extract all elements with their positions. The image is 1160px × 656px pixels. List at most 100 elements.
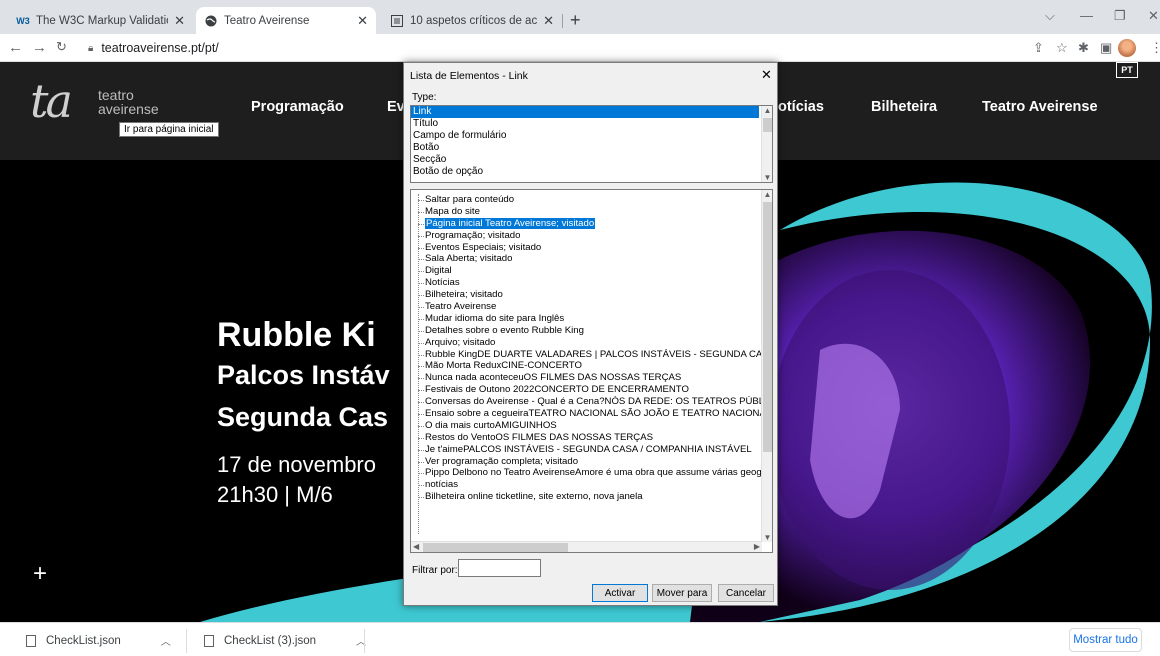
minimize-icon[interactable]: — xyxy=(1080,8,1093,23)
tree-horizontal-scrollbar[interactable]: ◀ ▶ xyxy=(411,541,762,552)
download-item[interactable]: CheckList (3).json ︿ xyxy=(204,633,366,648)
profile-avatar[interactable] xyxy=(1118,39,1136,57)
tree-item[interactable]: Ensaio sobre a cegueiraTEATRO NACIONAL S… xyxy=(415,408,763,420)
tab-close-icon[interactable]: ✕ xyxy=(174,13,185,29)
tree-item[interactable]: Programação; visitado xyxy=(415,230,763,242)
type-option[interactable]: Título xyxy=(411,118,759,130)
scroll-thumb[interactable] xyxy=(763,202,772,452)
forward-icon[interactable]: → xyxy=(32,39,47,56)
hero-plus-button[interactable]: + xyxy=(33,560,47,588)
activate-button[interactable]: Activar xyxy=(592,584,648,602)
tree-item[interactable]: Pippo Delbono no Teatro AveirenseAmore é… xyxy=(415,467,763,479)
tree-item[interactable]: Je t'aimePALCOS INSTÁVEIS - SEGUNDA CASA… xyxy=(415,444,763,456)
download-item[interactable]: CheckList.json ︿ xyxy=(26,633,171,648)
tree-item[interactable]: Conversas do Aveirense - Qual é a Cena?N… xyxy=(415,396,763,408)
scroll-left-icon[interactable]: ◀ xyxy=(413,542,419,551)
tree-item-label: Nunca nada aconteceuOS FILMES DAS NOSSAS… xyxy=(425,372,682,384)
type-option[interactable]: Botão xyxy=(411,142,759,154)
nav-programacao[interactable]: Programação xyxy=(251,99,344,115)
nav-bilheteira[interactable]: Bilheteira xyxy=(871,99,937,115)
tree-item-label: Bilheteira; visitado xyxy=(425,289,503,301)
back-icon[interactable]: ← xyxy=(8,39,23,56)
tree-item[interactable]: notícias xyxy=(415,479,763,491)
tree-item[interactable]: Eventos Especiais; visitado xyxy=(415,242,763,254)
tree-item[interactable]: Rubble KingDE DUARTE VALADARES | PALCOS … xyxy=(415,349,763,361)
tab-close-icon[interactable]: ✕ xyxy=(543,13,554,29)
download-separator xyxy=(364,629,365,653)
scroll-up-icon[interactable]: ▲ xyxy=(762,190,772,199)
tree-item-label: Detalhes sobre o evento Rubble King xyxy=(425,324,584,336)
tab-teatro-aveirense[interactable]: Teatro Aveirense ✕ xyxy=(196,7,376,34)
tree-item[interactable]: Teatro Aveirense xyxy=(415,301,763,313)
download-filename: CheckList.json xyxy=(46,634,121,647)
menu-icon[interactable]: ⋮ xyxy=(1150,40,1160,56)
type-option[interactable]: Campo de formulário xyxy=(411,130,759,142)
tree-item[interactable]: Festivais de Outono 2022CONCERTO DE ENCE… xyxy=(415,384,763,396)
tree-item[interactable]: Saltar para conteúdo xyxy=(415,194,763,206)
url-text: teatroaveirense.pt/pt/ xyxy=(101,41,219,55)
tab-title: 10 aspetos críticos de acessibilid xyxy=(410,14,538,27)
tree-item[interactable]: O dia mais curtoAMIGUINHOS xyxy=(415,420,763,432)
cancel-button[interactable]: Cancelar xyxy=(718,584,774,602)
tree-item[interactable]: Digital xyxy=(415,265,763,277)
tree-item[interactable]: Ver programação completa; visitado xyxy=(415,456,763,468)
site-logo[interactable]: ta xyxy=(30,74,73,128)
scroll-thumb[interactable] xyxy=(763,118,772,132)
tree-item[interactable]: Página inicial Teatro Aveirense; visitad… xyxy=(415,217,763,230)
tree-item-label: O dia mais curtoAMIGUINHOS xyxy=(425,419,557,431)
tree-item[interactable]: Mudar idioma do site para Inglês xyxy=(415,313,763,325)
tab-search-icon[interactable]: ⌵ xyxy=(1045,8,1055,24)
scroll-right-icon[interactable]: ▶ xyxy=(754,542,760,551)
new-tab-button[interactable]: + xyxy=(570,10,581,31)
scroll-down-icon[interactable]: ▼ xyxy=(762,173,772,182)
tree-item[interactable]: Arquivo; visitado xyxy=(415,337,763,349)
tree-item-label: Mapa do site xyxy=(425,205,480,217)
tree-item[interactable]: Notícias xyxy=(415,277,763,289)
tab-accessibility-article[interactable]: 10 aspetos críticos de acessibilid ✕ xyxy=(382,7,562,34)
tree-vertical-scrollbar[interactable]: ▲ ▼ xyxy=(761,190,772,542)
file-icon xyxy=(204,634,214,647)
extensions-icon[interactable]: ✱ xyxy=(1078,40,1089,56)
tree-item[interactable]: Sala Aberta; visitado xyxy=(415,253,763,265)
type-list-scrollbar[interactable]: ▲ ▼ xyxy=(761,106,772,182)
tree-item[interactable]: Nunca nada aconteceuOS FILMES DAS NOSSAS… xyxy=(415,372,763,384)
logo-text[interactable]: teatro aveirense xyxy=(98,88,159,116)
tree-item-label: Programação; visitado xyxy=(425,229,521,241)
share-icon[interactable]: ⇪ xyxy=(1033,40,1044,56)
lock-icon: 🔒︎ xyxy=(88,42,94,54)
restore-icon[interactable]: ❐ xyxy=(1114,8,1126,24)
chevron-up-icon[interactable]: ︿ xyxy=(161,633,171,648)
tree-item[interactable]: Restos do VentoOS FILMES DAS NOSSAS TERÇ… xyxy=(415,432,763,444)
tab-close-icon[interactable]: ✕ xyxy=(357,13,368,29)
dialog-close-icon[interactable]: ✕ xyxy=(761,67,772,83)
scroll-up-icon[interactable]: ▲ xyxy=(762,106,772,115)
type-listbox[interactable]: Link Título Campo de formulário Botão Secção… xyxy=(410,105,773,183)
reload-icon[interactable]: ↻ xyxy=(56,39,67,55)
move-to-button[interactable]: Mover para xyxy=(652,584,712,602)
tree-item[interactable]: Mão Morta ReduxCINE-CONCERTO xyxy=(415,360,763,372)
show-all-downloads-button[interactable]: Mostrar tudo xyxy=(1069,628,1142,652)
elements-tree[interactable]: Saltar para conteúdo Mapa do site Página i… xyxy=(410,189,773,553)
tab-strip: W3 The W3C Markup Validation Serv ✕ Teat… xyxy=(0,0,1160,34)
type-option[interactable]: Botão de opção xyxy=(411,166,759,178)
tab-w3c-validator[interactable]: W3 The W3C Markup Validation Serv ✕ xyxy=(8,7,193,34)
close-window-icon[interactable]: ✕ xyxy=(1148,8,1159,24)
list-icon xyxy=(390,14,404,28)
type-option[interactable]: Link xyxy=(411,106,759,118)
scroll-thumb[interactable] xyxy=(423,543,568,552)
scroll-down-icon[interactable]: ▼ xyxy=(762,533,772,542)
nav-noticias[interactable]: otícias xyxy=(778,99,824,115)
type-option[interactable]: Secção xyxy=(411,154,759,166)
tree-item[interactable]: Mapa do site xyxy=(415,206,763,218)
nav-teatro-aveirense[interactable]: Teatro Aveirense xyxy=(982,99,1098,115)
side-panel-icon[interactable]: ▣ xyxy=(1100,40,1112,56)
tree-item[interactable]: Bilheteira online ticketline, site exter… xyxy=(415,491,763,503)
tree-item[interactable]: Bilheteira; visitado xyxy=(415,289,763,301)
filter-input[interactable] xyxy=(458,559,541,577)
language-button[interactable]: PT xyxy=(1116,62,1138,78)
type-label: Type: xyxy=(412,92,437,103)
bookmark-star-icon[interactable]: ☆ xyxy=(1056,40,1068,56)
tree-item[interactable]: Detalhes sobre o evento Rubble King xyxy=(415,325,763,337)
download-filename: CheckList (3).json xyxy=(224,634,317,647)
address-bar[interactable]: 🔒︎ teatroaveirense.pt/pt/ xyxy=(88,37,1016,59)
